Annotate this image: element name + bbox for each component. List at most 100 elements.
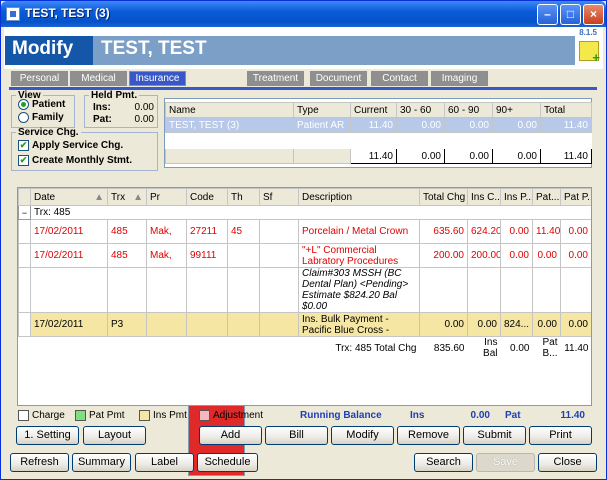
- running-balance-label: Running Balance: [300, 410, 382, 421]
- held-ins-label: Ins:: [93, 102, 111, 113]
- col-60-90[interactable]: 60 - 90: [444, 102, 493, 118]
- running-ins-value: 0.00: [470, 410, 490, 421]
- collapse-icon[interactable]: −: [18, 205, 31, 220]
- minimize-icon[interactable]: –: [537, 4, 558, 25]
- checkbox-label: Create Monthly Stmt.: [32, 155, 133, 166]
- group-row[interactable]: − Trx: 485: [18, 205, 591, 220]
- cell: 0.00: [492, 117, 541, 133]
- ledger-row[interactable]: 17/02/2011 485 Mak, 99111 "+L" Commercia…: [18, 243, 591, 268]
- create-monthly-stmt-checkbox[interactable]: ✔ Create Monthly Stmt.: [18, 155, 132, 166]
- close-button[interactable]: Close: [538, 453, 597, 472]
- search-button[interactable]: Search: [414, 453, 473, 472]
- col-ins-c[interactable]: Ins C...: [467, 188, 501, 206]
- window-title: TEST, TEST (3): [25, 6, 110, 20]
- col-name[interactable]: Name: [165, 102, 294, 118]
- save-button[interactable]: Save: [476, 453, 535, 472]
- footer-label: Trx: 485 Total Chg: [335, 342, 417, 354]
- col-current[interactable]: Current: [350, 102, 397, 118]
- schedule-button[interactable]: Schedule: [197, 453, 258, 472]
- col-pat-p[interactable]: Pat P...: [560, 188, 591, 206]
- footer-pat-bal-label: Pat B...: [542, 337, 558, 359]
- col-th[interactable]: Th: [227, 188, 260, 206]
- close-icon[interactable]: ×: [583, 4, 604, 25]
- col-sf[interactable]: Sf: [259, 188, 299, 206]
- total-cell: 0.00: [444, 148, 493, 164]
- ledger-grid[interactable]: Date ▲ Trx ▲ Pr Code Th Sf Description T…: [17, 187, 592, 406]
- col-30-60[interactable]: 30 - 60: [396, 102, 445, 118]
- cell: P3: [107, 312, 147, 337]
- col-description[interactable]: Description: [298, 188, 420, 206]
- total-cell: 0.00: [396, 148, 445, 164]
- summary-row[interactable]: TEST, TEST (3) Patient AR 11.40 0.00 0.0…: [165, 117, 592, 133]
- col-type[interactable]: Type: [293, 102, 351, 118]
- cell: Patient AR: [293, 117, 351, 133]
- total-cell: 11.40: [350, 148, 397, 164]
- tab-personal[interactable]: Personal: [11, 71, 68, 86]
- legend-pat-pmt: Pat Pmt: [75, 410, 125, 421]
- cell: 11.40: [350, 117, 397, 133]
- title-bar[interactable]: TEST, TEST (3) – □ ×: [1, 1, 606, 27]
- tab-contact[interactable]: Contact: [371, 71, 428, 86]
- cell: 17/02/2011: [30, 312, 108, 337]
- modify-button[interactable]: Modify: [331, 426, 394, 445]
- view-patient-radio[interactable]: Patient: [18, 99, 65, 110]
- cell: [227, 312, 260, 337]
- cell: [186, 312, 228, 337]
- col-trx[interactable]: Trx ▲: [107, 188, 147, 206]
- add-note-icon[interactable]: [579, 41, 600, 65]
- held-pmt-label: Held Pmt.: [91, 90, 138, 101]
- col-total[interactable]: Total: [540, 102, 592, 118]
- tab-treatment[interactable]: Treatment: [247, 71, 304, 86]
- ledger-row[interactable]: 17/02/2011 485 Mak, 27211 45 Porcelain /…: [18, 219, 591, 244]
- service-chg-label: Service Chg.: [18, 127, 79, 138]
- cell: Mak,: [146, 219, 187, 244]
- cell: [259, 312, 299, 337]
- footer-ins-bal: 0.00: [510, 342, 530, 354]
- tab-medical[interactable]: Medical: [70, 71, 127, 86]
- footer-ins-bal-label: Ins Bal: [483, 337, 498, 359]
- maximize-icon[interactable]: □: [560, 4, 581, 25]
- label-button[interactable]: Label: [135, 453, 194, 472]
- bill-button[interactable]: Bill: [265, 426, 328, 445]
- ledger-claim-row[interactable]: Claim#303 MSSH (BC Dental Plan) <Pending…: [18, 267, 591, 313]
- cell: 0.00: [500, 219, 533, 244]
- summary-button[interactable]: Summary: [72, 453, 131, 472]
- held-ins-value: 0.00: [134, 102, 154, 113]
- submit-button[interactable]: Submit: [463, 426, 526, 445]
- add-button[interactable]: Add: [199, 426, 262, 445]
- col-code[interactable]: Code: [186, 188, 228, 206]
- cell: 11.40: [532, 219, 561, 244]
- print-button[interactable]: Print: [529, 426, 592, 445]
- col-pr[interactable]: Pr: [146, 188, 187, 206]
- claim-note: Claim#303 MSSH (BC Dental Plan) <Pending…: [298, 267, 420, 313]
- summary-empty-row: [165, 132, 592, 149]
- cell: 11.40: [540, 117, 592, 133]
- ledger-row[interactable]: 17/02/2011 P3 Ins. Bulk Payment -Pacific…: [18, 312, 591, 337]
- cell: 485: [107, 219, 147, 244]
- col-ins-p[interactable]: Ins P...: [500, 188, 533, 206]
- apply-service-chg-checkbox[interactable]: ✔ Apply Service Chg.: [18, 140, 123, 151]
- refresh-button[interactable]: Refresh: [10, 453, 69, 472]
- ar-summary-grid[interactable]: Name Type Current 30 - 60 60 - 90 90+ To…: [164, 98, 592, 168]
- cell: 0.00: [560, 312, 591, 337]
- patient-window: TEST, TEST (3) – □ × 8.1.5 Modify TEST, …: [0, 0, 607, 480]
- adjustment-swatch: [199, 410, 210, 421]
- tab-imaging[interactable]: Imaging: [431, 71, 488, 86]
- radio-label: Family: [32, 112, 64, 123]
- remove-button[interactable]: Remove: [397, 426, 460, 445]
- col-pat[interactable]: Pat...: [532, 188, 561, 206]
- setting-button[interactable]: 1. Setting: [16, 426, 79, 445]
- tab-document[interactable]: Document: [310, 71, 367, 86]
- cell: 624.20: [467, 219, 501, 244]
- radio-selected-icon: [18, 99, 29, 110]
- view-family-radio[interactable]: Family: [18, 112, 64, 123]
- col-date[interactable]: Date ▲: [30, 188, 108, 206]
- cell: 17/02/2011: [30, 219, 108, 244]
- mode-label: Modify: [5, 36, 93, 65]
- legend-charge: Charge: [18, 410, 65, 421]
- col-total-chg[interactable]: Total Chg: [419, 188, 468, 206]
- tab-insurance[interactable]: Insurance: [129, 71, 186, 86]
- layout-button[interactable]: Layout: [83, 426, 146, 445]
- radio-label: Patient: [32, 99, 66, 110]
- col-90plus[interactable]: 90+: [492, 102, 541, 118]
